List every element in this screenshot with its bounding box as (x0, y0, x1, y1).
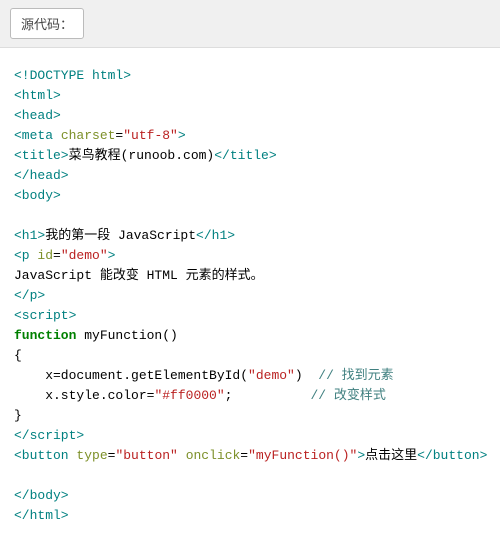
source-code-button[interactable]: 源代码： (10, 8, 84, 39)
line1-str: "demo" (248, 368, 295, 383)
btn-cl: > (357, 448, 365, 463)
comment2: // 改变样式 (310, 388, 385, 403)
html-open: <html> (14, 88, 61, 103)
p-attr: id (37, 248, 53, 263)
btn-a1: type (76, 448, 107, 463)
line2a: x.style.color= (14, 388, 154, 403)
btn-open: <button (14, 448, 76, 463)
doctype: <!DOCTYPE html> (14, 68, 131, 83)
body-close: </body> (14, 488, 69, 503)
p-val: "demo" (61, 248, 108, 263)
btn-v2: "myFunction()" (248, 448, 357, 463)
line1c: ) (295, 368, 318, 383)
meta-open: <meta (14, 128, 61, 143)
html-close: </html> (14, 508, 69, 523)
h1-open: <h1> (14, 228, 45, 243)
line1a: x=document.getElementById( (14, 368, 248, 383)
head-close: </head> (14, 168, 69, 183)
title-close: </title> (214, 148, 276, 163)
p-open: <p (14, 248, 37, 263)
p-close: </p> (14, 288, 45, 303)
toolbar: 源代码： (0, 0, 500, 48)
meta-attr: charset (61, 128, 116, 143)
code-editor[interactable]: <!DOCTYPE html> <html> <head> <meta char… (0, 48, 500, 546)
fn-keyword: function (14, 328, 76, 343)
head-open: <head> (14, 108, 61, 123)
btn-v1: "button" (115, 448, 177, 463)
script-close: </script> (14, 428, 84, 443)
meta-val: "utf-8" (123, 128, 178, 143)
h1-text: 我的第一段 JavaScript (45, 228, 196, 243)
line2c: ; (225, 388, 311, 403)
eq2: = (53, 248, 61, 263)
title-text: 菜鸟教程(runoob.com) (69, 148, 215, 163)
meta-close: > (178, 128, 186, 143)
body-open: <body> (14, 188, 61, 203)
btn-text: 点击这里 (365, 448, 417, 463)
p-close-bracket: > (108, 248, 116, 263)
h1-close: </h1> (196, 228, 235, 243)
brace-close: } (14, 408, 22, 423)
p-text: JavaScript 能改变 HTML 元素的样式。 (14, 268, 264, 283)
brace-open: { (14, 348, 22, 363)
btn-a2: onclick (186, 448, 241, 463)
fn-name: myFunction() (76, 328, 177, 343)
btn-close: </button> (417, 448, 487, 463)
line2-str: "#ff0000" (154, 388, 224, 403)
comment1: // 找到元素 (318, 368, 393, 383)
script-open: <script> (14, 308, 76, 323)
title-open: <title> (14, 148, 69, 163)
